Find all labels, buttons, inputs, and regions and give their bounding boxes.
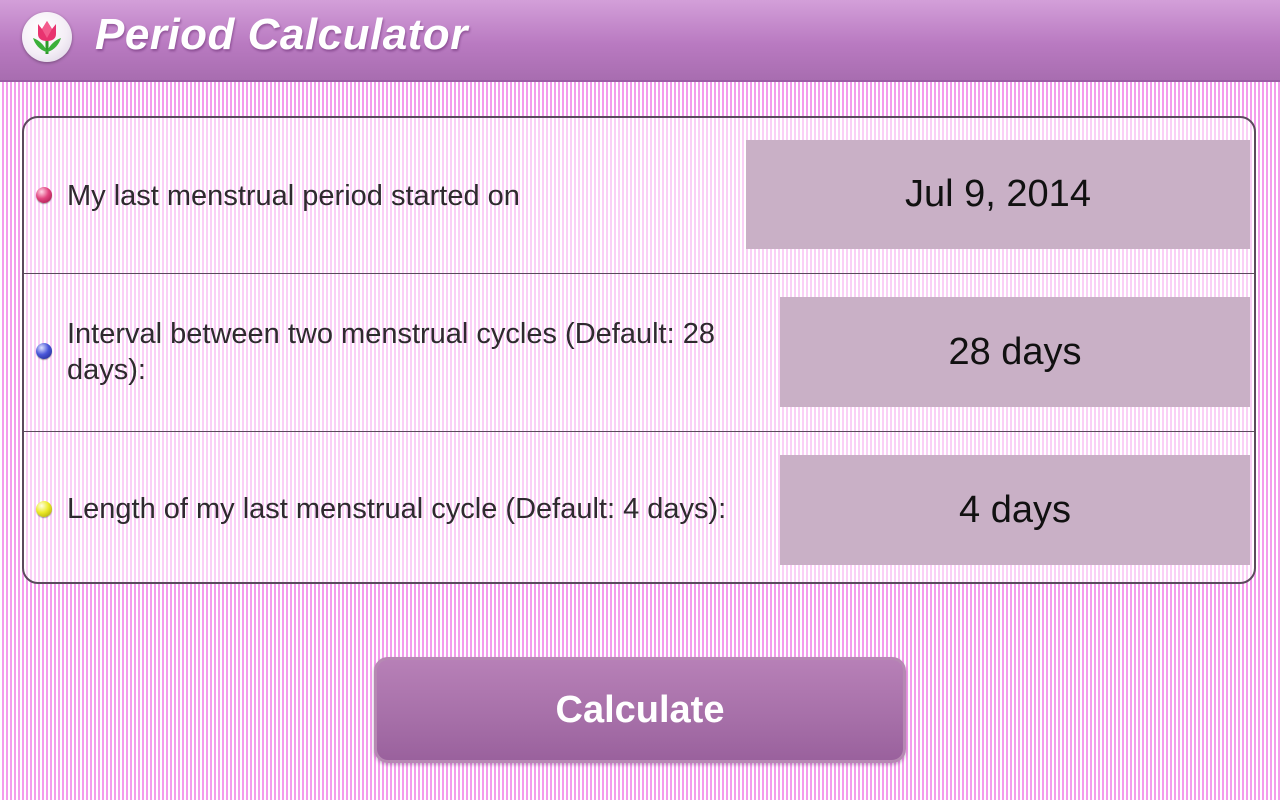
tulip-icon xyxy=(22,12,72,62)
yellow-bullet-icon xyxy=(36,501,52,517)
pink-bullet-icon xyxy=(36,187,52,203)
cycle-interval-label: Interval between two menstrual cycles (D… xyxy=(67,318,715,386)
title-bar: Period Calculator xyxy=(0,0,1280,82)
input-form-card: My last menstrual period started on Jul … xyxy=(22,116,1256,584)
cycle-interval-field[interactable]: 28 days xyxy=(780,297,1250,407)
blue-bullet-icon xyxy=(36,343,52,359)
last-period-row: My last menstrual period started on Jul … xyxy=(24,118,1254,274)
last-period-date-field[interactable]: Jul 9, 2014 xyxy=(746,140,1250,249)
period-length-label: Length of my last menstrual cycle (Defau… xyxy=(67,493,727,525)
app-title: Period Calculator xyxy=(95,10,468,59)
last-period-label: My last menstrual period started on xyxy=(67,180,520,212)
calculate-button[interactable]: Calculate xyxy=(374,657,906,763)
cycle-interval-row: Interval between two menstrual cycles (D… xyxy=(24,273,1254,432)
period-length-field[interactable]: 4 days xyxy=(780,455,1250,565)
period-length-row: Length of my last menstrual cycle (Defau… xyxy=(24,431,1254,582)
